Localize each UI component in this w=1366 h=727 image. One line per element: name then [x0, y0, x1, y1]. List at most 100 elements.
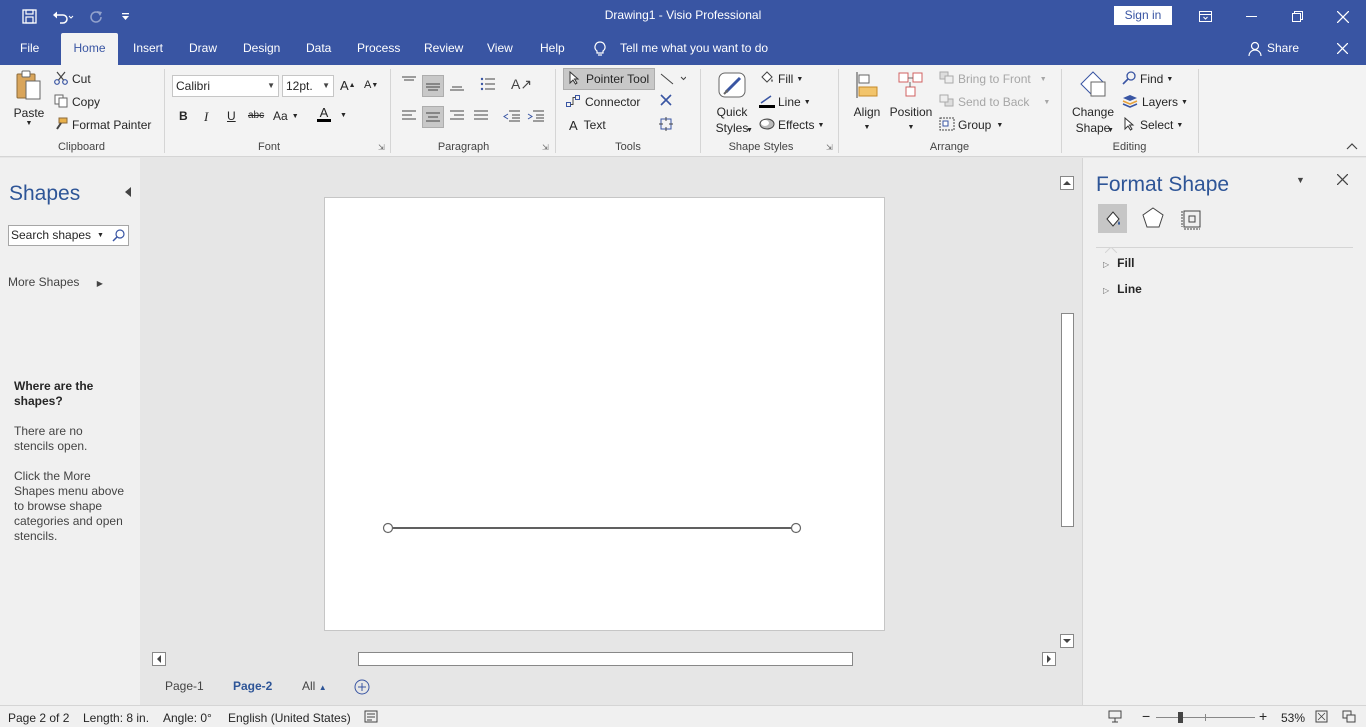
presentation-mode-icon[interactable] — [1108, 710, 1122, 726]
align-bottom-icon[interactable] — [449, 78, 465, 92]
share-button[interactable]: Share — [1267, 33, 1299, 65]
save-icon[interactable] — [12, 0, 46, 33]
fill-section[interactable]: ▷ Fill — [1103, 256, 1135, 270]
format-painter-button[interactable]: Format Painter — [54, 116, 151, 134]
text-direction-icon[interactable]: A↗ — [511, 76, 532, 93]
switch-windows-icon[interactable] — [1342, 710, 1356, 726]
tab-process[interactable]: Process — [357, 33, 400, 65]
collapse-panel-icon[interactable] — [124, 186, 132, 200]
page-tab-2[interactable]: Page-2 — [233, 679, 272, 693]
connection-point-icon[interactable] — [658, 116, 674, 132]
macro-record-icon[interactable] — [364, 710, 378, 726]
send-to-back-button[interactable]: Send to Back ▼ — [939, 93, 1050, 111]
customize-qat-icon[interactable] — [114, 0, 136, 33]
close-panel-icon[interactable] — [1336, 173, 1349, 188]
undo-icon[interactable] — [46, 0, 80, 33]
grow-font-icon[interactable]: A ▲ — [340, 78, 356, 93]
tell-me-search[interactable]: Tell me what you want to do — [620, 33, 768, 65]
bring-to-front-button[interactable]: Bring to Front ▼ — [939, 70, 1047, 88]
delete-connection-icon[interactable] — [660, 94, 672, 106]
drawing-page[interactable] — [324, 197, 885, 631]
align-middle-icon[interactable] — [422, 75, 444, 97]
tab-view[interactable]: View — [487, 33, 513, 65]
align-left-icon[interactable] — [401, 109, 417, 123]
paste-button[interactable]: Paste ▼ — [12, 69, 46, 135]
dialog-launcher-icon[interactable]: ⇲ — [826, 143, 833, 152]
text-tool-button[interactable]: A Text — [569, 116, 606, 134]
font-color-icon[interactable]: A — [317, 106, 331, 122]
group-button[interactable]: Group ▼ — [939, 116, 1003, 134]
increase-indent-icon[interactable] — [527, 109, 545, 123]
strikethrough-icon[interactable]: abc — [248, 110, 264, 121]
start-handle[interactable] — [382, 522, 394, 534]
chevron-down-icon[interactable]: ▼ — [340, 112, 347, 119]
tab-help[interactable]: Help — [540, 33, 565, 65]
layers-button[interactable]: Layers ▼ — [1122, 93, 1188, 111]
tab-file[interactable]: File — [20, 33, 39, 65]
justify-icon[interactable] — [473, 109, 489, 123]
minimize-icon[interactable] — [1228, 0, 1274, 33]
search-icon[interactable] — [112, 229, 125, 248]
zoom-out-icon[interactable]: − — [1142, 708, 1150, 724]
ribbon-display-options-icon[interactable] — [1182, 0, 1228, 33]
scroll-left-icon[interactable] — [152, 652, 166, 666]
decrease-indent-icon[interactable] — [503, 109, 521, 123]
connector-button[interactable]: Connector — [566, 93, 640, 111]
select-button[interactable]: Select ▼ — [1122, 116, 1183, 134]
horizontal-scrollbar[interactable] — [151, 651, 1058, 668]
more-shapes-menu[interactable]: More Shapes ▶ — [8, 275, 103, 289]
size-properties-tab-icon[interactable] — [1180, 208, 1204, 233]
dialog-launcher-icon[interactable]: ⇲ — [542, 143, 549, 152]
redo-icon[interactable] — [80, 0, 112, 33]
line-button[interactable]: Line ▼ — [759, 93, 811, 111]
align-top-icon[interactable] — [401, 75, 417, 89]
effects-tab-icon[interactable] — [1141, 206, 1165, 233]
font-size-select[interactable]: 12pt. ▼ — [282, 75, 334, 97]
add-page-icon[interactable] — [354, 679, 370, 698]
horizontal-scroll-thumb[interactable] — [358, 652, 853, 666]
vertical-scrollbar[interactable] — [1059, 175, 1076, 649]
underline-icon[interactable]: U — [227, 109, 236, 123]
close-window-icon[interactable] — [1320, 0, 1366, 33]
fill-and-line-tab-icon[interactable] — [1098, 204, 1127, 233]
zoom-slider[interactable] — [1156, 712, 1255, 723]
language-status[interactable]: English (United States) — [228, 711, 351, 725]
line-section[interactable]: ▷ Line — [1103, 282, 1142, 296]
scroll-right-icon[interactable] — [1042, 652, 1056, 666]
tab-data[interactable]: Data — [306, 33, 331, 65]
panel-options-icon[interactable]: ▼ — [1296, 175, 1305, 185]
copy-button[interactable]: Copy — [54, 93, 100, 111]
shrink-font-icon[interactable]: A ▼ — [364, 79, 378, 91]
page-tab-1[interactable]: Page-1 — [165, 679, 204, 693]
end-handle[interactable] — [790, 522, 802, 534]
line-tool-icon[interactable] — [660, 73, 686, 85]
align-right-icon[interactable] — [449, 109, 465, 123]
effects-button[interactable]: Effects ▼ — [759, 116, 824, 134]
tab-home[interactable]: Home — [61, 33, 118, 65]
position-button[interactable]: Position ▼ — [888, 70, 934, 136]
chevron-down-icon[interactable]: ▼ — [97, 226, 104, 245]
align-button[interactable]: Align ▼ — [848, 70, 886, 136]
tab-insert[interactable]: Insert — [133, 33, 163, 65]
all-pages-tab[interactable]: All ▲ — [302, 679, 327, 693]
align-center-icon[interactable] — [422, 106, 444, 128]
tab-draw[interactable]: Draw — [189, 33, 217, 65]
zoom-level[interactable]: 53% — [1281, 711, 1305, 725]
change-case-button[interactable]: Aa ▼ — [273, 109, 299, 123]
fill-button[interactable]: Fill ▼ — [759, 70, 803, 88]
fit-page-icon[interactable] — [1315, 710, 1328, 726]
restore-icon[interactable] — [1274, 0, 1320, 33]
bold-icon[interactable]: B — [179, 109, 188, 123]
tab-review[interactable]: Review — [424, 33, 463, 65]
zoom-slider-thumb[interactable] — [1178, 712, 1183, 723]
pointer-tool-button[interactable]: Pointer Tool — [563, 68, 655, 90]
dialog-launcher-icon[interactable]: ⇲ — [378, 143, 385, 152]
scroll-up-icon[interactable] — [1060, 176, 1074, 190]
sign-in-button[interactable]: Sign in — [1114, 6, 1172, 25]
italic-icon[interactable]: I — [204, 109, 208, 125]
zoom-in-icon[interactable]: + — [1259, 708, 1267, 724]
line-shape[interactable] — [325, 198, 886, 632]
scroll-down-icon[interactable] — [1060, 634, 1074, 648]
collapse-ribbon-icon[interactable] — [1346, 142, 1358, 150]
close-document-icon[interactable] — [1336, 42, 1349, 55]
